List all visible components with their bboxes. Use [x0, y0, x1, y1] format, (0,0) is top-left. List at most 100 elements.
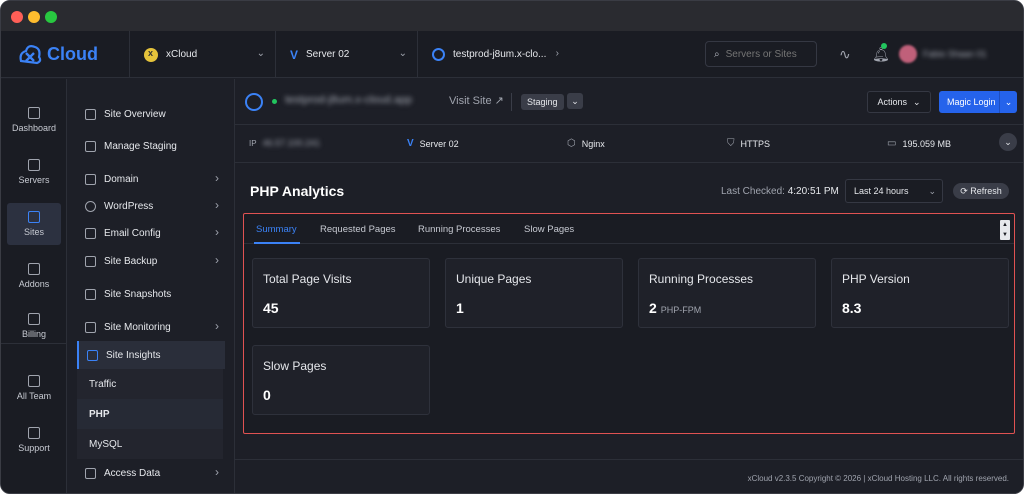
chevron-right-icon: ›: [555, 48, 559, 59]
expand-info-button[interactable]: ⌄: [999, 133, 1017, 151]
tab-summary[interactable]: Summary: [256, 224, 297, 235]
rail-label: Addons: [18, 279, 50, 289]
time-range-select[interactable]: Last 24 hours ⌄: [845, 179, 943, 203]
rail-item-billing[interactable]: Billing: [7, 305, 61, 347]
folder-icon: ▭: [887, 138, 897, 149]
sidebar-item-site-insights[interactable]: Site Insights: [77, 341, 225, 369]
sidebar-item-email-config[interactable]: Email Config ›: [77, 220, 225, 246]
site-info-bar: IP 46.57.100.241 V Server 02 ⬡ Nginx ⛉ H…: [235, 125, 1023, 163]
app-logo[interactable]: Cloud: [17, 39, 98, 69]
notification-badge: [881, 43, 887, 49]
sidebar-item-access-data[interactable]: Access Data ›: [77, 460, 225, 486]
sidebar-item-manage-staging[interactable]: Manage Staging: [77, 133, 225, 159]
sidebar-subitem-mysql[interactable]: MySQL: [77, 429, 223, 459]
chevron-right-icon: ›: [215, 198, 219, 212]
activity-icon[interactable]: ∿: [839, 46, 851, 63]
actions-dropdown-button[interactable]: Actions ⌄: [867, 91, 931, 113]
stat-value: 8.3: [842, 300, 862, 316]
rail-item-sites[interactable]: Sites: [7, 203, 61, 245]
sidebar-item-label: Site Overview: [104, 108, 166, 120]
site-status-indicator: [272, 99, 277, 104]
tab-running-processes[interactable]: Running Processes: [418, 224, 500, 235]
nginx-icon: ⬡: [567, 138, 576, 149]
tab-scroll-control[interactable]: ▲ ▼: [1000, 220, 1010, 240]
stat-title: Total Page Visits: [263, 272, 352, 286]
main-content: testprod-j8um.x-cloud.app Visit Site ↗ S…: [235, 79, 1023, 493]
ip-value: 46.57.100.241: [262, 138, 321, 148]
sidebar-subitem-traffic[interactable]: Traffic: [77, 369, 223, 399]
divider: [511, 93, 512, 111]
minimize-window-button[interactable]: [28, 11, 40, 23]
rail-item-addons[interactable]: Addons: [7, 255, 61, 297]
tab-slow-pages[interactable]: Slow Pages: [524, 224, 574, 235]
rail-item-dashboard[interactable]: Dashboard: [7, 99, 61, 141]
chevron-down-icon: ⌄: [256, 48, 265, 59]
analytics-tabs: Summary Requested Pages Running Processe…: [244, 214, 1014, 244]
site-url: testprod-j8um.x-cloud.app: [285, 94, 413, 106]
rail-item-support[interactable]: Support: [7, 419, 61, 461]
rail-item-servers[interactable]: Servers: [7, 151, 61, 193]
sidebar-item-label: Site Monitoring: [104, 321, 171, 333]
stat-title: PHP Version: [842, 272, 910, 286]
sidebar-subitem-label: PHP: [89, 408, 110, 420]
web-server-name: Nginx: [581, 138, 605, 149]
site-header-bar: testprod-j8um.x-cloud.app Visit Site ↗ S…: [235, 79, 1023, 125]
sidebar-subitem-php[interactable]: PHP: [77, 399, 223, 429]
xcloud-team-icon: [144, 47, 158, 62]
wordpress-icon: [85, 200, 96, 212]
billing-icon: [28, 313, 40, 325]
tab-requested-pages[interactable]: Requested Pages: [320, 224, 396, 235]
sidebar-item-site-overview[interactable]: Site Overview: [77, 101, 225, 127]
sidebar-item-site-monitoring[interactable]: Site Monitoring ›: [77, 314, 225, 340]
breadcrumb-team[interactable]: xCloud ⌄: [129, 31, 275, 78]
magic-login-label: Magic Login: [947, 97, 996, 107]
sites-icon: [28, 211, 40, 223]
server-name: Server 02: [419, 138, 459, 149]
sidebar-item-site-snapshots[interactable]: Site Snapshots: [77, 281, 225, 307]
refresh-button[interactable]: ⟳ Refresh: [953, 183, 1009, 199]
web-server-info: ⬡ Nginx: [567, 138, 605, 149]
bell-icon[interactable]: 🔔︎: [872, 46, 890, 63]
stat-unit: PHP-FPM: [660, 305, 702, 315]
breadcrumb-team-label: xCloud: [166, 49, 198, 60]
search-input[interactable]: [725, 48, 806, 60]
sidebar-item-wordpress[interactable]: WordPress ›: [77, 193, 225, 219]
snapshot-icon: [85, 288, 96, 300]
backup-icon: [85, 255, 96, 267]
sidebar-subitem-label: Traffic: [89, 378, 117, 390]
user-menu[interactable]: Fabio Shaan 01: [899, 43, 1011, 65]
visit-site-link[interactable]: Visit Site ↗: [449, 94, 504, 107]
active-tab-indicator: [254, 242, 300, 244]
environment-dropdown-button[interactable]: ⌄: [567, 93, 583, 109]
close-window-button[interactable]: [11, 11, 23, 23]
refresh-label: Refresh: [970, 186, 1002, 196]
servers-icon: [28, 159, 40, 171]
site-sidebar: Site Overview Manage Staging Domain › Wo…: [67, 79, 235, 493]
user-name: Fabio Shaan 01: [923, 49, 987, 59]
sidebar-item-label: Email Config: [104, 227, 161, 239]
breadcrumb-site[interactable]: testprod-j8um.x-clo... ›: [417, 31, 563, 78]
rail-divider: [1, 343, 67, 344]
support-icon: [28, 427, 40, 439]
stat-card-slow-pages: Slow Pages 0: [252, 345, 430, 415]
breadcrumb-server-label: Server 02: [306, 49, 350, 60]
maximize-window-button[interactable]: [45, 11, 57, 23]
domain-icon: [85, 173, 96, 185]
sidebar-item-label: Manage Staging: [104, 140, 177, 152]
chevron-down-icon: ⌄: [398, 48, 407, 59]
magic-login-dropdown-button[interactable]: ⌄: [999, 91, 1017, 113]
rail-label: Servers: [18, 175, 50, 185]
stat-card-total-page-visits: Total Page Visits 45: [252, 258, 430, 328]
rail-item-all-team[interactable]: All Team: [7, 367, 61, 409]
wordpress-icon: [245, 93, 263, 111]
stat-card-php-version: PHP Version 8.3: [831, 258, 1009, 328]
sidebar-item-domain[interactable]: Domain ›: [77, 166, 225, 192]
footer: xCloud v2.3.5 Copyright © 2026 | xCloud …: [235, 459, 1023, 493]
breadcrumb-server[interactable]: V Server 02 ⌄: [275, 31, 417, 78]
sidebar-item-site-backup[interactable]: Site Backup ›: [77, 248, 225, 274]
title-bar: [1, 1, 1023, 31]
team-icon: [28, 375, 40, 387]
search-box[interactable]: ⌕: [705, 41, 817, 67]
magic-login-button[interactable]: Magic Login ⌄: [939, 91, 1017, 113]
wordpress-icon: [432, 48, 445, 61]
